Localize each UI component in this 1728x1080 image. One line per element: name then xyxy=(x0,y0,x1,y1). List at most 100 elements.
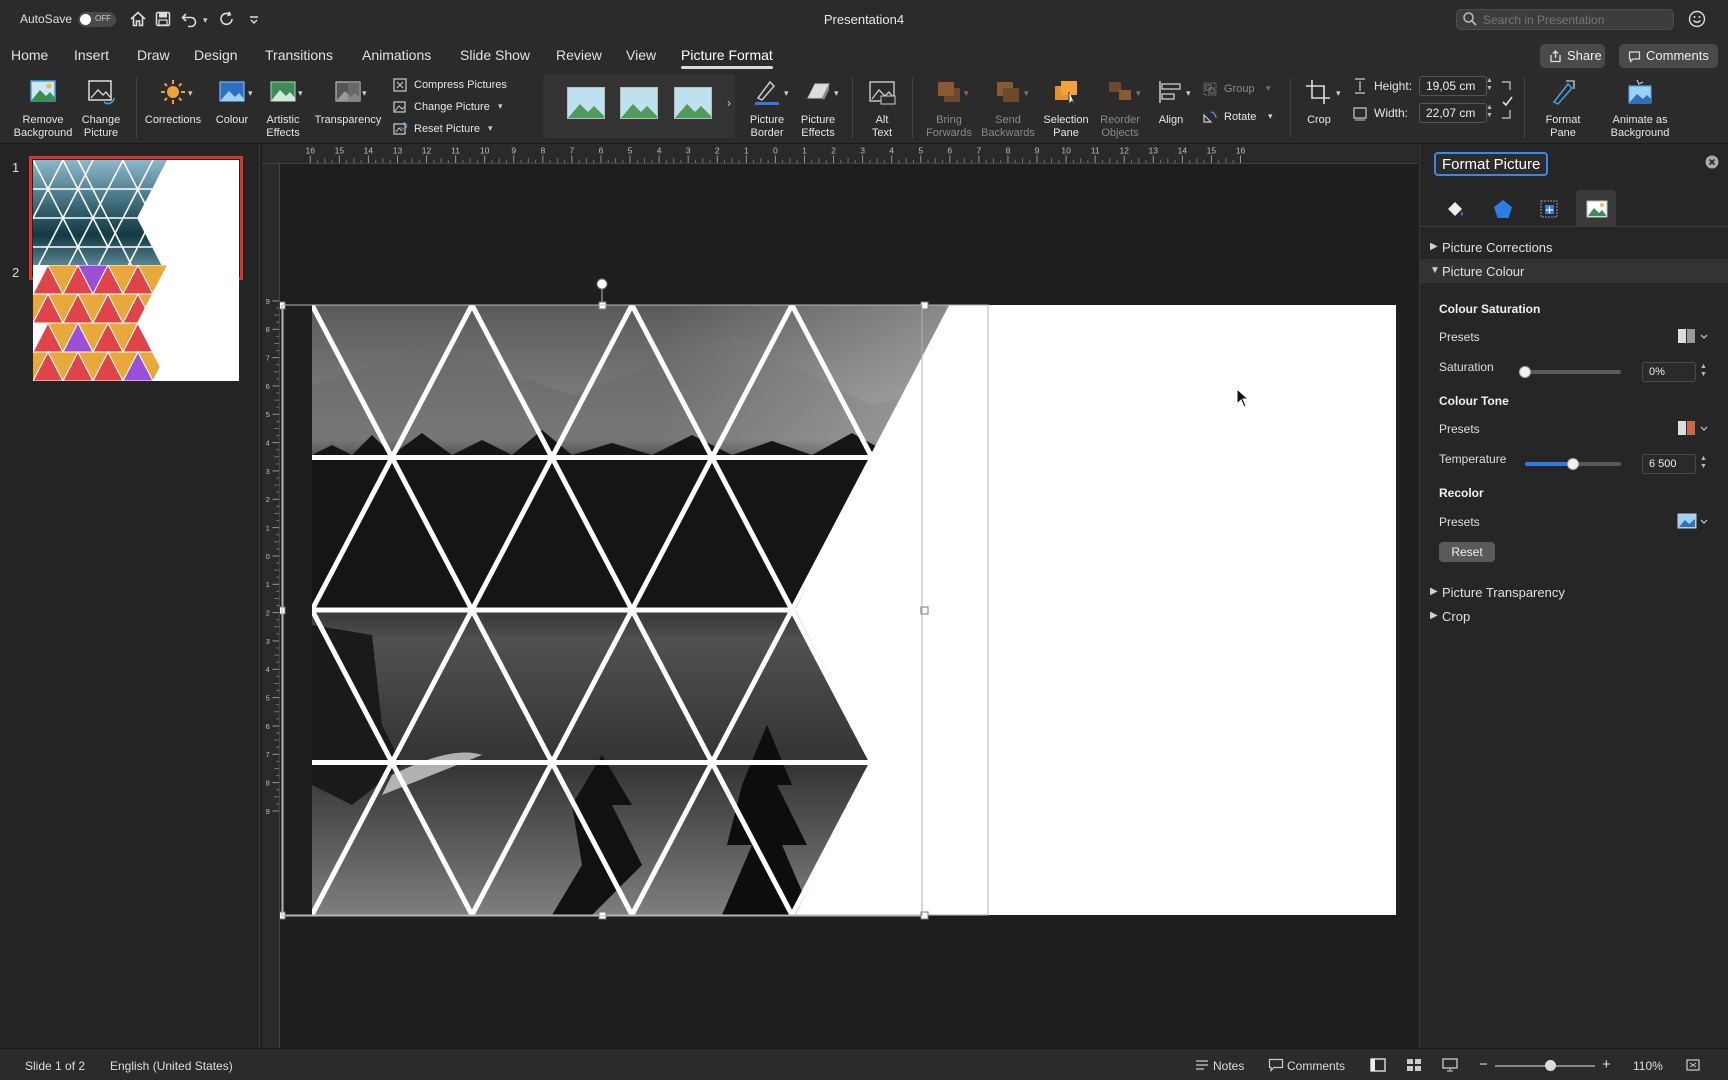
lock-aspect-ratio-icon[interactable] xyxy=(1500,80,1514,120)
close-icon[interactable] xyxy=(1704,154,1720,170)
tone-presets-dropdown[interactable] xyxy=(1676,418,1710,438)
picture-style-3[interactable] xyxy=(674,87,712,119)
picture-border-dropdown-icon[interactable]: ▾ xyxy=(784,88,789,99)
crop-button[interactable]: Crop xyxy=(1294,70,1344,142)
temperature-value-input[interactable]: 6 500 xyxy=(1642,454,1696,474)
picture-border-button[interactable]: Picture Border xyxy=(738,70,796,142)
send-backwards-button[interactable]: Send Backwards xyxy=(977,70,1039,142)
comments-icon[interactable] xyxy=(1268,1058,1284,1072)
colour-dropdown-icon[interactable]: ▾ xyxy=(248,88,253,99)
tab-draw[interactable]: Draw xyxy=(137,47,170,63)
notes-icon[interactable] xyxy=(1194,1058,1210,1072)
feedback-smiley-icon[interactable] xyxy=(1688,10,1706,28)
group-dropdown-icon[interactable]: ▾ xyxy=(1266,83,1271,94)
reset-picture-button[interactable]: Reset Picture ▾ xyxy=(392,120,522,140)
height-input[interactable] xyxy=(1419,76,1487,96)
artistic-effects-button[interactable]: Artistic Effects xyxy=(258,70,308,142)
gallery-more-chevron-icon[interactable]: › xyxy=(727,96,731,110)
temperature-slider-thumb[interactable] xyxy=(1567,458,1579,470)
zoom-slider[interactable] xyxy=(1495,1060,1595,1071)
section-crop[interactable]: ▶ Crop xyxy=(1420,604,1728,628)
format-pane-button[interactable]: Format Pane xyxy=(1530,70,1596,142)
crop-dropdown-icon[interactable]: ▾ xyxy=(1336,88,1341,99)
section-picture-corrections[interactable]: ▶ Picture Corrections xyxy=(1420,235,1728,259)
colour-button[interactable]: Colour xyxy=(204,70,260,142)
tab-slide-show[interactable]: Slide Show xyxy=(460,47,530,63)
bring-forwards-dropdown-icon[interactable]: ▾ xyxy=(964,88,969,99)
slide-sorter-view-icon[interactable] xyxy=(1406,1058,1422,1072)
save-icon[interactable] xyxy=(154,10,172,28)
artistic-effects-dropdown-icon[interactable]: ▾ xyxy=(298,88,303,99)
zoom-out-icon[interactable]: − xyxy=(1479,1056,1488,1073)
selection-pane-button[interactable]: Selection Pane xyxy=(1038,70,1094,142)
undo-dropdown-icon[interactable]: ▾ xyxy=(203,15,208,26)
change-picture-button[interactable]: Change Picture ▾ xyxy=(392,98,522,118)
reset-button[interactable]: Reset xyxy=(1439,542,1495,562)
reorder-objects-button[interactable]: Reorder Objects xyxy=(1092,70,1148,142)
reset-picture-dropdown-icon[interactable]: ▾ xyxy=(488,123,493,134)
tab-home[interactable]: Home xyxy=(11,47,48,63)
tab-transitions[interactable]: Transitions xyxy=(265,47,333,63)
slide-thumbnail-2[interactable] xyxy=(33,265,239,381)
transparency-dropdown-icon[interactable]: ▾ xyxy=(362,88,367,99)
section-picture-colour[interactable]: ▼ Picture Colour xyxy=(1420,259,1728,283)
fit-to-window-icon[interactable] xyxy=(1685,1058,1701,1072)
change-picture-dropdown-icon[interactable]: ▾ xyxy=(498,101,503,112)
presenter-view-icon[interactable] xyxy=(1442,1058,1458,1072)
corrections-dropdown-icon[interactable]: ▾ xyxy=(188,88,193,99)
align-dropdown-icon[interactable]: ▾ xyxy=(1186,88,1191,99)
width-stepper-icon[interactable]: ▲ ▼ xyxy=(1486,104,1493,120)
tab-review[interactable]: Review xyxy=(556,47,602,63)
saturation-slider[interactable] xyxy=(1519,366,1621,378)
tab-design[interactable]: Design xyxy=(194,47,238,63)
tab-picture-format[interactable]: Picture Format xyxy=(681,47,773,69)
saturation-slider-thumb[interactable] xyxy=(1519,366,1531,378)
compress-pictures-button[interactable]: Compress Pictures xyxy=(392,76,522,96)
tab-insert[interactable]: Insert xyxy=(74,47,109,63)
zoom-level[interactable]: 110% xyxy=(1633,1059,1663,1073)
tab-animations[interactable]: Animations xyxy=(362,47,431,63)
tab-picture[interactable] xyxy=(1576,190,1616,226)
recolor-presets-dropdown[interactable] xyxy=(1676,511,1710,531)
undo-icon[interactable] xyxy=(180,10,198,28)
zoom-in-icon[interactable]: + xyxy=(1602,1056,1611,1073)
animate-as-background-button[interactable]: Animate as Background xyxy=(1600,70,1680,142)
slide-thumbnail-1[interactable] xyxy=(29,156,243,280)
group-button[interactable]: Group ▾ xyxy=(1202,80,1282,100)
normal-view-icon[interactable] xyxy=(1370,1058,1386,1072)
rotate-handle-icon[interactable] xyxy=(596,278,608,290)
bring-forwards-button[interactable]: Bring Forwards xyxy=(918,70,980,142)
rotate-button[interactable]: Rotate ▾ xyxy=(1202,108,1282,128)
picture-effects-button[interactable]: Picture Effects xyxy=(792,70,844,142)
notes-button[interactable]: Notes xyxy=(1213,1059,1244,1073)
tab-effects[interactable] xyxy=(1482,190,1522,226)
transparency-button[interactable]: Transparency xyxy=(310,70,386,142)
picture-effects-dropdown-icon[interactable]: ▾ xyxy=(834,88,839,99)
customize-toolbar-icon[interactable] xyxy=(245,10,263,28)
corrections-button[interactable]: Corrections xyxy=(138,70,208,142)
width-input[interactable] xyxy=(1419,103,1487,123)
change-picture-large-button[interactable]: Change Picture xyxy=(68,70,134,142)
temperature-stepper-icon[interactable]: ▲ ▼ xyxy=(1700,455,1707,471)
picture-style-1[interactable] xyxy=(567,87,605,119)
rotate-dropdown-icon[interactable]: ▾ xyxy=(1268,111,1273,122)
share-button[interactable]: Share xyxy=(1540,44,1605,68)
home-icon[interactable] xyxy=(129,10,147,28)
redo-icon[interactable] xyxy=(218,10,236,28)
language-indicator[interactable]: English (United States) xyxy=(110,1059,233,1073)
autosave-toggle[interactable]: OFF xyxy=(78,12,116,27)
send-backwards-dropdown-icon[interactable]: ▾ xyxy=(1024,88,1029,99)
tab-view[interactable]: View xyxy=(626,47,656,63)
height-stepper-icon[interactable]: ▲ ▼ xyxy=(1486,77,1493,93)
section-picture-transparency[interactable]: ▶ Picture Transparency xyxy=(1420,580,1728,604)
temperature-slider[interactable] xyxy=(1525,458,1621,470)
alt-text-button[interactable]: Alt Text xyxy=(858,70,906,142)
align-button[interactable]: Align xyxy=(1148,70,1194,142)
saturation-value-input[interactable]: 0% xyxy=(1642,362,1696,382)
saturation-stepper-icon[interactable]: ▲ ▼ xyxy=(1700,363,1707,379)
search-input[interactable] xyxy=(1456,9,1674,30)
tab-size-and-properties[interactable] xyxy=(1528,190,1568,226)
comments-button[interactable]: Comments xyxy=(1619,44,1718,68)
saturation-presets-dropdown[interactable] xyxy=(1676,326,1710,346)
picture-style-2[interactable] xyxy=(620,87,658,119)
